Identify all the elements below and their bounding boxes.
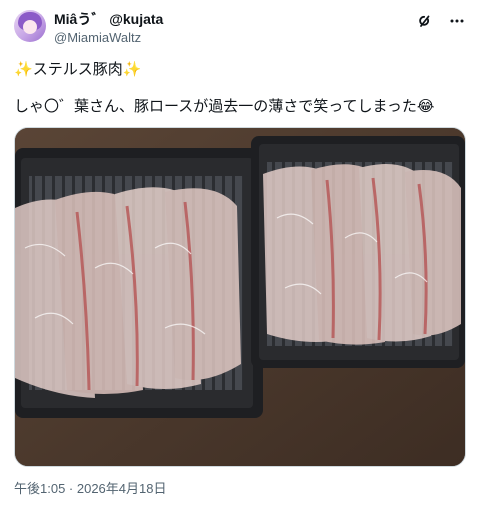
tweet-card: Miâう゛ @kujata @MiamiaWaltz ✨ステルス豚肉✨ しゃ〇゛…	[0, 0, 480, 507]
tweet-text-line-2: しゃ〇゛葉さん、豚ロースが過去一の薄さで笑ってしまった😂	[14, 97, 466, 117]
author-display-name[interactable]: Miâう゛ @kujata	[54, 11, 163, 28]
sparkles-emoji: ✨	[14, 61, 33, 78]
author-names: Miâう゛ @kujata @MiamiaWaltz	[54, 11, 163, 46]
sparkles-emoji: ✨	[122, 61, 142, 78]
author-handle[interactable]: @MiamiaWaltz	[54, 29, 163, 46]
avatar[interactable]	[14, 10, 46, 42]
tweet-header: Miâう゛ @kujata @MiamiaWaltz	[14, 10, 466, 50]
grok-icon[interactable]	[416, 12, 434, 30]
avatar-face	[23, 20, 37, 34]
header-actions	[416, 12, 466, 30]
tweet-photo[interactable]	[14, 127, 466, 467]
tweet-title-text: ステルス豚肉	[32, 61, 123, 78]
tears-of-joy-emoji: 😂	[416, 98, 435, 115]
more-icon[interactable]	[448, 12, 466, 30]
tweet-body-text: しゃ〇゛葉さん、豚ロースが過去一の薄さで笑ってしまった	[14, 98, 417, 115]
tweet-timestamp[interactable]: 午後1:05 · 2026年4月18日	[14, 478, 166, 497]
tweet-text-line-1: ✨ステルス豚肉✨	[14, 60, 466, 80]
pork-grill-trays-image	[15, 128, 465, 466]
